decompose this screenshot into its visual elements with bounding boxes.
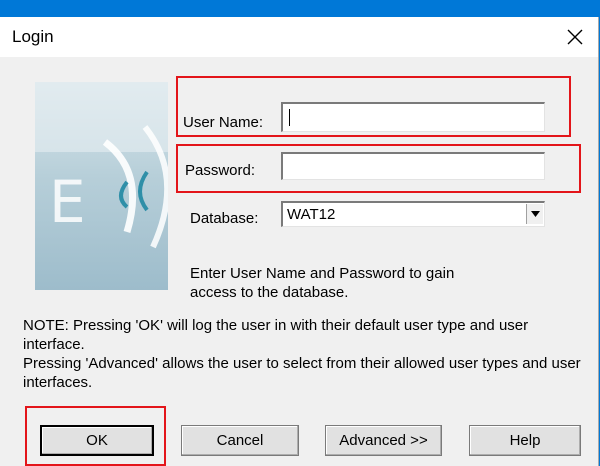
chevron-down-icon (530, 211, 540, 217)
ok-highlight (25, 406, 166, 466)
dialog-title: Login (12, 27, 54, 46)
note-text: NOTE: Pressing 'OK' will log the user in… (23, 317, 529, 353)
database-value: WAT12 (287, 206, 336, 223)
close-button[interactable] (552, 17, 598, 57)
database-label: Database: (190, 210, 259, 227)
password-highlight (176, 144, 581, 193)
help-button[interactable]: Help (469, 425, 581, 456)
help-label: Help (509, 432, 541, 449)
title-bar: Login (0, 17, 598, 57)
username-highlight (176, 76, 571, 137)
cancel-label: Cancel (216, 432, 264, 449)
instruction-text: Enter User Name and Password to gain acc… (190, 265, 455, 301)
advanced-button[interactable]: Advanced >> (325, 425, 442, 456)
advanced-label: Advanced >> (339, 432, 428, 449)
svg-text:E: E (49, 168, 86, 236)
advanced-note-text: Pressing 'Advanced' allows the user to s… (23, 355, 581, 391)
database-select[interactable]: WAT12 (281, 201, 545, 227)
login-dialog: Login E User Name: Password: Database: W… (0, 17, 599, 466)
database-dropdown-button[interactable] (526, 204, 543, 224)
app-logo: E (35, 82, 168, 290)
cancel-button[interactable]: Cancel (181, 425, 299, 456)
close-icon (567, 29, 583, 45)
